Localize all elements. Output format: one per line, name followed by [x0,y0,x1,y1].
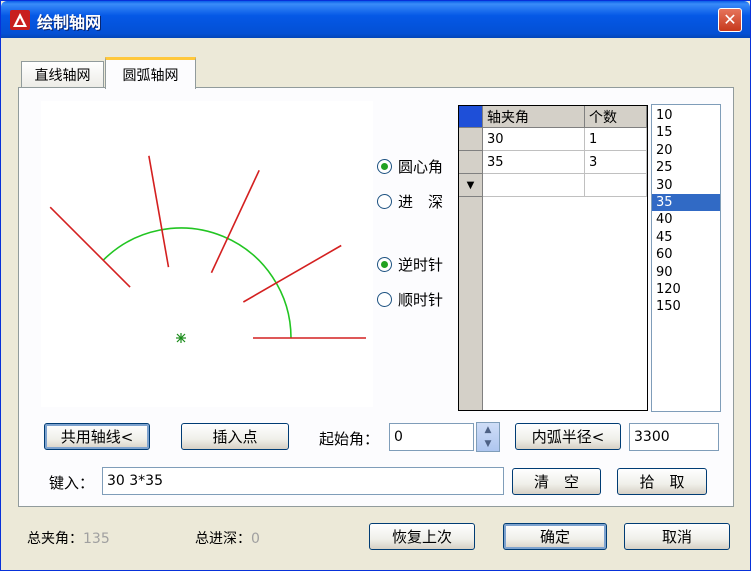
start-angle-spinner[interactable]: ▲ ▼ [476,422,500,452]
axis-grid-dialog: 绘制轴网 ✕ 直线轴网 圆弧轴网 圆心角 进 深 逆时针 顺时针 轴夹角 个数 … [0,0,751,571]
radio-central-angle[interactable]: 圆心角 [377,156,443,177]
radio-indicator [377,257,392,272]
spin-down-icon[interactable]: ▼ [477,437,499,451]
radial-axis-line [148,155,170,268]
radial-axis-line [242,244,342,303]
clear-button[interactable]: 清 空 [512,468,601,495]
list-item[interactable]: 90 [652,264,720,281]
input-label: 键入： [49,474,95,492]
angle-value-list[interactable]: 10 15 20 25 30 35 40 45 60 90 120 150 [651,104,721,412]
list-item-selected[interactable]: 35 [652,193,720,212]
tab-label: 直线轴网 [34,68,91,84]
tab-straight-grid[interactable]: 直线轴网 [21,61,104,88]
cell-count[interactable]: 3 [585,151,647,174]
radio-indicator [377,159,392,174]
table-corner[interactable] [459,106,483,128]
center-point-icon [176,333,186,343]
spacing-input[interactable]: 30 3*35 [102,467,504,495]
list-item[interactable]: 120 [652,281,720,298]
start-angle-input[interactable]: 0 [389,423,474,451]
inner-radius-input[interactable]: 3300 [629,423,719,451]
grid-preview-canvas [41,101,373,407]
window-title: 绘制轴网 [37,13,102,32]
total-angle-label: 总夹角： [27,531,83,547]
cell-angle[interactable]: 30 [483,128,585,151]
list-item[interactable]: 150 [652,298,720,315]
list-item[interactable]: 60 [652,246,720,263]
new-row-header[interactable]: ▼ [459,174,483,197]
total-angle-value: 135 [83,531,110,547]
radio-label: 进 深 [398,193,444,211]
cell-angle[interactable]: 35 [483,151,585,174]
shared-axis-button[interactable]: 共用轴线< [44,423,150,450]
ok-button[interactable]: 确定 [503,523,607,550]
radial-axis-line [210,169,260,274]
row-header[interactable] [459,151,483,174]
tab-label: 圆弧轴网 [122,67,179,84]
pick-button[interactable]: 拾 取 [617,468,707,495]
title-bar[interactable]: 绘制轴网 ✕ [1,1,750,38]
radio-label: 圆心角 [398,158,444,176]
list-item[interactable]: 25 [652,159,720,176]
new-row-arrow-icon: ▼ [466,179,475,191]
list-item[interactable]: 45 [652,229,720,246]
arc-grid-curve [102,227,292,339]
list-item[interactable]: 40 [652,211,720,228]
row-header[interactable] [459,128,483,151]
radio-label: 逆时针 [398,256,444,274]
list-item[interactable]: 10 [652,107,720,124]
radio-label: 顺时针 [398,291,444,309]
list-item[interactable]: 30 [652,177,720,194]
cell-count[interactable]: 1 [585,128,647,151]
radio-clockwise[interactable]: 顺时针 [377,289,443,310]
close-icon: ✕ [723,10,737,29]
cell-angle-empty[interactable] [483,174,585,197]
total-angle-status: 总夹角：135 [27,528,110,548]
column-header-angle[interactable]: 轴夹角 [483,106,585,128]
radio-indicator [377,194,392,209]
list-item[interactable]: 20 [652,142,720,159]
cell-count-empty[interactable] [585,174,647,197]
list-item[interactable]: 15 [652,124,720,141]
close-button[interactable]: ✕ [718,8,742,32]
radio-indicator [377,292,392,307]
total-depth-status: 总进深：0 [195,528,260,548]
tab-arc-grid[interactable]: 圆弧轴网 [105,57,196,89]
total-depth-value: 0 [251,531,260,547]
radio-depth[interactable]: 进 深 [377,191,443,212]
cancel-button[interactable]: 取消 [624,523,730,550]
column-header-count[interactable]: 个数 [585,106,647,128]
total-depth-label: 总进深： [195,531,251,547]
spin-up-icon[interactable]: ▲ [477,423,499,437]
restore-last-button[interactable]: 恢复上次 [369,523,475,550]
inner-radius-button[interactable]: 内弧半径< [515,423,621,450]
axis-angle-table[interactable]: 轴夹角 个数 30 1 35 3 ▼ [458,105,648,411]
autocad-app-icon [10,10,30,30]
start-angle-label: 起始角： [319,430,380,448]
insert-point-button[interactable]: 插入点 [181,423,289,450]
radio-counterclockwise[interactable]: 逆时针 [377,254,443,275]
